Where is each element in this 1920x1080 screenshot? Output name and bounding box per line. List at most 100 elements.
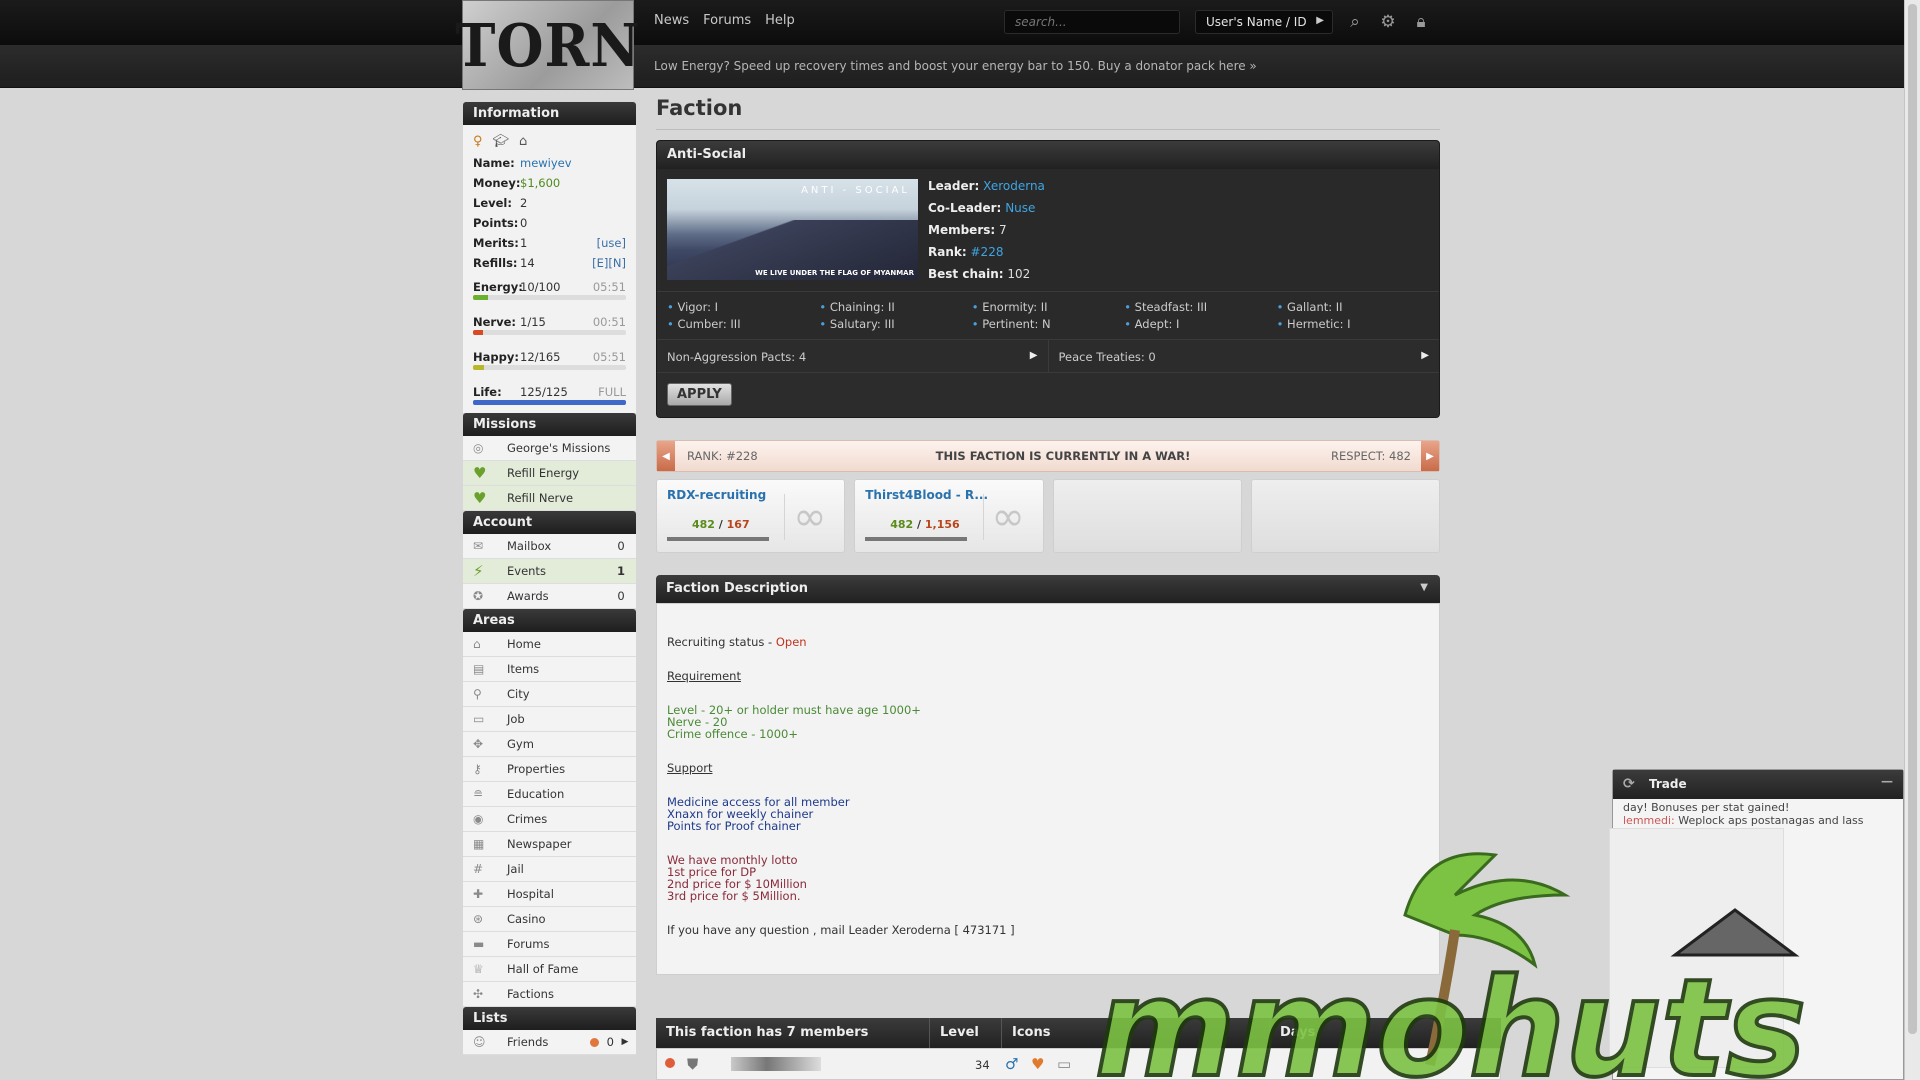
war-opponent[interactable]: Thirst4Blood - R... — [865, 488, 988, 502]
menu-gym[interactable]: ✥ Gym — [463, 732, 636, 757]
nerve-bar[interactable]: Nerve: 1/15 00:51 — [473, 314, 626, 335]
life-bar[interactable]: Life: 125/125 FULL — [473, 384, 626, 405]
heart-icon: ♥ — [473, 489, 487, 507]
war-card[interactable]: RDX-recruiting 482 / 167 ∞ — [656, 479, 846, 553]
menu-mailbox[interactable]: ✉ Mailbox 0 — [463, 534, 636, 559]
female-icon[interactable]: ♀ — [473, 134, 483, 149]
torn-logo[interactable]: TORN — [455, 0, 640, 90]
menu-crimes[interactable]: ◉ Crimes — [463, 807, 636, 832]
top-bar — [0, 0, 1904, 45]
arrow-right-icon[interactable]: ▶ — [1421, 441, 1439, 471]
menu-label: Refill Nerve — [507, 491, 574, 505]
search-input[interactable] — [1004, 10, 1180, 34]
menu-newspaper[interactable]: ▦ Newspaper — [463, 832, 636, 857]
menu-job[interactable]: ▭ Job — [463, 707, 636, 732]
menu-city[interactable]: ⚲ City — [463, 682, 636, 707]
coleader-link[interactable]: Nuse — [1005, 201, 1035, 215]
key-icon: ⚷ — [473, 762, 482, 776]
menu-home[interactable]: ⌂ Home — [463, 632, 636, 657]
chevron-right-icon[interactable]: ▶ — [614, 1037, 636, 1047]
trade-header[interactable]: ⟳ Trade — — [1613, 770, 1903, 799]
scrollbar[interactable] — [1904, 0, 1920, 1080]
support-line: Points for Proof chainer — [667, 819, 801, 833]
pin-icon: ⚲ — [473, 687, 482, 701]
col-days[interactable]: Days — [1270, 1018, 1501, 1048]
faction-info: ANTI - SOCIAL WE LIVE UNDER THE FLAG OF … — [657, 169, 1439, 291]
education-icon[interactable]: 🎓︎ — [493, 134, 510, 149]
banner-subtitle: WE LIVE UNDER THE FLAG OF MYANMAR — [755, 269, 914, 277]
menu-factions[interactable]: ✣ Factions — [463, 982, 636, 1007]
scroll-thumb[interactable] — [1908, 4, 1917, 1034]
energy-bar[interactable]: Energy: 10/100 05:51 — [473, 279, 626, 300]
male-icon: ♂ — [1005, 1055, 1019, 1073]
menu-friends[interactable]: ☺ Friends 0 ▶ — [463, 1030, 636, 1055]
menu-hall-of-fame[interactable]: ♕ Hall of Fame — [463, 957, 636, 982]
coleader-label: Co-Leader: — [928, 201, 1002, 215]
sidebar: Information ♀ 🎓︎ ⌂ Name: mewiyev Money: $1… — [463, 102, 636, 1055]
menu-label: Forums — [507, 937, 550, 951]
minimize-icon[interactable]: — — [1881, 774, 1893, 788]
menu-events[interactable]: ⚡︎ Events 1 — [463, 559, 636, 584]
requirement-title: Requirement — [667, 669, 741, 683]
war-opponent[interactable]: RDX-recruiting — [667, 488, 766, 502]
account-header: Account — [463, 511, 636, 534]
level-label: Level: — [473, 196, 512, 210]
gear-icon[interactable]: ⚙ — [1377, 11, 1399, 33]
rank-link[interactable]: #228 — [971, 245, 1004, 259]
recruiting-value: Open — [775, 635, 807, 649]
coleader-row: Co-Leader: Nuse — [928, 201, 1045, 223]
member-name-image[interactable] — [731, 1057, 821, 1071]
apply-button[interactable]: APPLY — [667, 383, 732, 406]
menu-label: Gym — [507, 737, 534, 751]
lists-header: Lists — [463, 1007, 636, 1030]
table-row[interactable]: ⛊ 34 ♂ ♥ ▭ — [656, 1048, 1501, 1080]
briefcase-icon: ▭ — [473, 712, 485, 726]
chain-label: Best chain: — [928, 267, 1004, 281]
perk-item: Steadfast: III — [1124, 300, 1276, 314]
chevron-down-icon[interactable]: ▼ — [1420, 582, 1428, 593]
leader-link[interactable]: Xeroderna — [983, 179, 1045, 193]
info-panel: ♀ 🎓︎ ⌂ Name: mewiyev Money: $1,600 Level: 2… — [463, 125, 636, 413]
war-score: 482 / 1,156 — [890, 518, 960, 531]
menu-label: Friends — [507, 1035, 549, 1049]
non-aggression-pacts[interactable]: Non-Aggression Pacts: 4 ▶ — [657, 340, 1049, 372]
col-level[interactable]: Level — [930, 1018, 1002, 1048]
menu-items[interactable]: ▤ Items — [463, 657, 636, 682]
war-card[interactable]: Thirst4Blood - R... 482 / 1,156 ∞ — [854, 479, 1044, 553]
online-status-icon — [665, 1058, 675, 1068]
job-icon[interactable]: ⌂ — [519, 134, 527, 149]
perk-item: Salutary: III — [819, 317, 971, 331]
menu-refill-energy[interactable]: ♥ Refill Energy — [463, 461, 636, 486]
events-count: 1 — [616, 564, 625, 578]
menu-forums[interactable]: ▬ Forums — [463, 932, 636, 957]
arrow-left-icon[interactable]: ◀ — [657, 441, 675, 471]
menu-label: Items — [507, 662, 540, 676]
nav-help[interactable]: Help — [765, 13, 795, 28]
peace-treaties[interactable]: Peace Treaties: 0 ▶ — [1049, 340, 1440, 372]
war-score-ours: 482 — [890, 518, 914, 531]
refills-links[interactable]: [E][N] — [592, 256, 626, 270]
nav-news[interactable]: News — [654, 13, 689, 28]
menu-properties[interactable]: ⚷ Properties — [463, 757, 636, 782]
lock-icon[interactable]: 🔒︎ — [1410, 11, 1432, 33]
war-cards: RDX-recruiting 482 / 167 ∞ Thirst4Blood … — [656, 479, 1440, 553]
user-select[interactable]: User's Name / ID ▶ — [1195, 10, 1333, 34]
menu-jail[interactable]: # Jail — [463, 857, 636, 882]
menu-hospital[interactable]: ✚ Hospital — [463, 882, 636, 907]
menu-georges-missions[interactable]: ◎ George's Missions — [463, 436, 636, 461]
player-name[interactable]: mewiyev — [520, 156, 626, 170]
menu-awards[interactable]: ✪ Awards 0 — [463, 584, 636, 609]
nav-forums[interactable]: Forums — [703, 13, 751, 28]
menu-refill-nerve[interactable]: ♥ Refill Nerve — [463, 486, 636, 511]
merits-use-link[interactable]: [use] — [597, 236, 626, 250]
energy-value: 10/100 — [520, 280, 561, 294]
happy-bar[interactable]: Happy: 12/165 05:51 — [473, 349, 626, 370]
search-icon[interactable]: ⌕ — [1344, 11, 1366, 33]
menu-casino[interactable]: ⊛ Casino — [463, 907, 636, 932]
perk-item: Hermetic: I — [1277, 317, 1429, 331]
trade-text: day! Bonuses per stat gained! — [1623, 801, 1790, 814]
energy-notice[interactable]: Low Energy? Speed up recovery times and … — [654, 59, 1257, 73]
menu-education[interactable]: ≘ Education — [463, 782, 636, 807]
trade-user[interactable]: lemmedi: — [1623, 814, 1675, 827]
description-header[interactable]: Faction Description ▼ — [656, 575, 1440, 603]
